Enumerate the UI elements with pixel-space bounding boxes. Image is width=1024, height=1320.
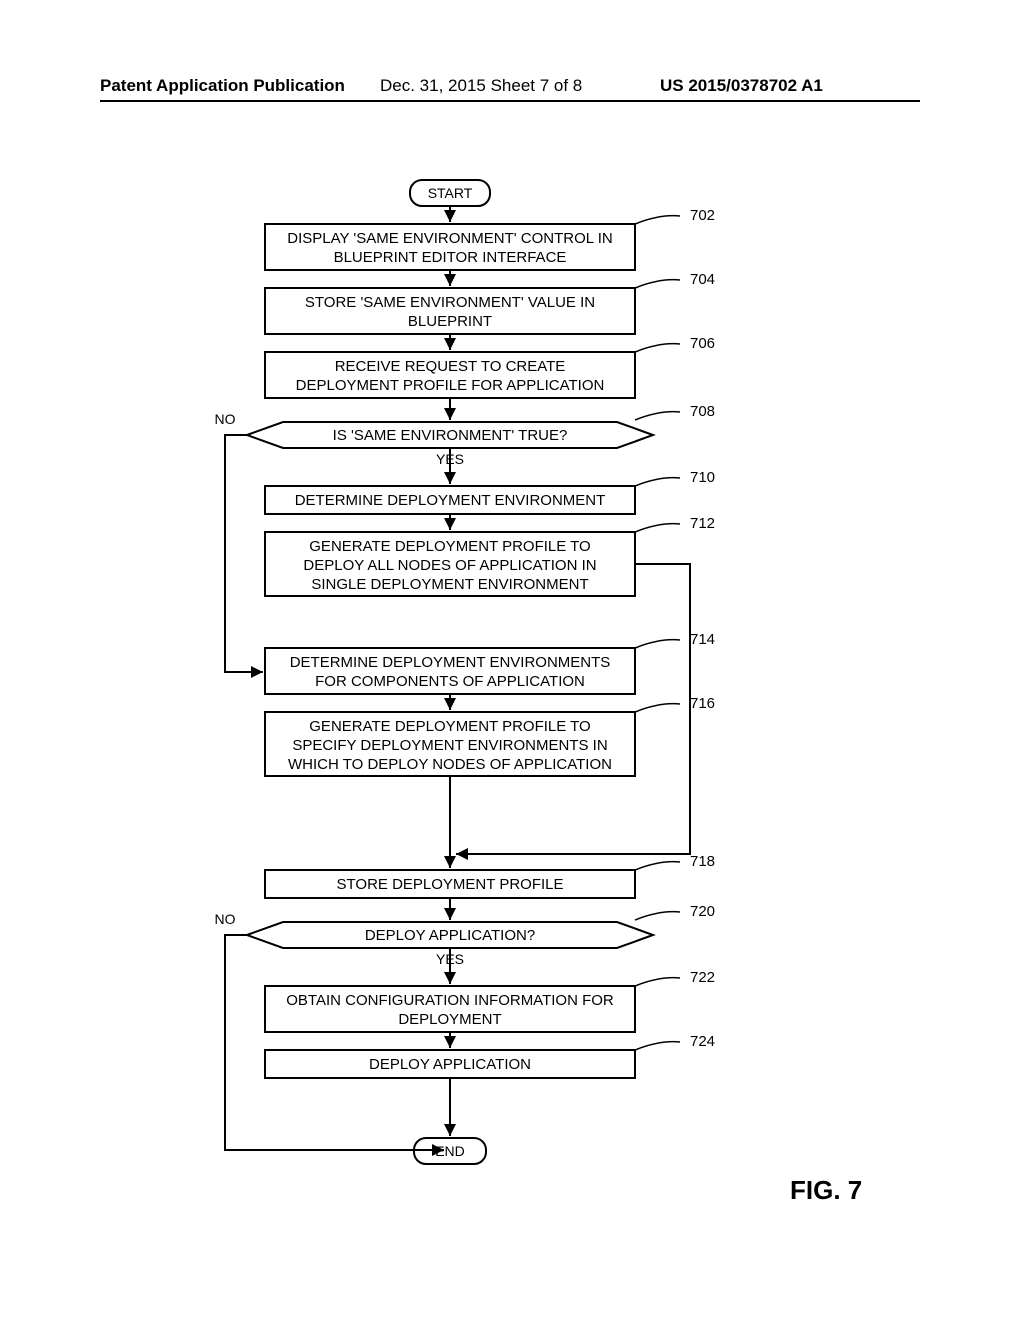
no-label-708: NO (215, 411, 236, 427)
step-714-line1: DETERMINE DEPLOYMENT ENVIRONMENTS (290, 654, 611, 671)
step-704-line1: STORE 'SAME ENVIRONMENT' VALUE IN (305, 294, 595, 311)
step-714: DETERMINE DEPLOYMENT ENVIRONMENTS FOR CO… (265, 631, 715, 694)
step-710-line1: DETERMINE DEPLOYMENT ENVIRONMENT (295, 492, 606, 509)
step-716-line2: SPECIFY DEPLOYMENT ENVIRONMENTS IN (292, 737, 607, 754)
step-706-line1: RECEIVE REQUEST TO CREATE (335, 358, 566, 375)
step-712-line3: SINGLE DEPLOYMENT ENVIRONMENT (311, 576, 588, 593)
step-712: GENERATE DEPLOYMENT PROFILE TO DEPLOY AL… (265, 515, 715, 596)
step-702: DISPLAY 'SAME ENVIRONMENT' CONTROL IN BL… (265, 207, 715, 270)
step-722: OBTAIN CONFIGURATION INFORMATION FOR DEP… (265, 969, 715, 1032)
step-716: GENERATE DEPLOYMENT PROFILE TO SPECIFY D… (265, 695, 715, 776)
step-724: DEPLOY APPLICATION 724 (265, 1033, 715, 1078)
step-712-line1: GENERATE DEPLOYMENT PROFILE TO (309, 538, 590, 555)
leader-710 (635, 478, 680, 486)
start-terminal: START (410, 180, 490, 206)
no-label-720: NO (215, 911, 236, 927)
step-702-line2: BLUEPRINT EDITOR INTERFACE (334, 249, 567, 266)
step-718: STORE DEPLOYMENT PROFILE 718 (265, 853, 715, 898)
leader-714 (635, 640, 680, 648)
ref-716: 716 (690, 695, 715, 712)
step-702-line1: DISPLAY 'SAME ENVIRONMENT' CONTROL IN (287, 230, 613, 247)
step-706-line2: DEPLOYMENT PROFILE FOR APPLICATION (296, 377, 605, 394)
decision-708-text: IS 'SAME ENVIRONMENT' TRUE? (333, 427, 568, 444)
leader-712 (635, 524, 680, 532)
flowchart: START DISPLAY 'SAME ENVIRONMENT' CONTROL… (0, 0, 1024, 1320)
step-704-line2: BLUEPRINT (408, 313, 492, 330)
ref-704: 704 (690, 271, 715, 288)
leader-718 (635, 862, 680, 870)
ref-702: 702 (690, 207, 715, 224)
leader-704 (635, 280, 680, 288)
step-706: RECEIVE REQUEST TO CREATE DEPLOYMENT PRO… (265, 335, 715, 398)
step-724-line1: DEPLOY APPLICATION (369, 1056, 531, 1073)
ref-720: 720 (690, 903, 715, 920)
no-path-708 (225, 435, 263, 672)
leader-706 (635, 344, 680, 352)
ref-724: 724 (690, 1033, 715, 1050)
leader-702 (635, 216, 680, 224)
ref-722: 722 (690, 969, 715, 986)
leader-708 (635, 412, 680, 420)
bypass-712-to-718 (456, 564, 690, 854)
decision-720: DEPLOY APPLICATION? 720 (247, 903, 715, 948)
ref-718: 718 (690, 853, 715, 870)
ref-708: 708 (690, 403, 715, 420)
end-text: END (435, 1143, 465, 1159)
start-text: START (428, 185, 473, 201)
decision-720-text: DEPLOY APPLICATION? (365, 927, 535, 944)
leader-724 (635, 1042, 680, 1050)
step-710: DETERMINE DEPLOYMENT ENVIRONMENT 710 (265, 469, 715, 514)
step-716-line1: GENERATE DEPLOYMENT PROFILE TO (309, 718, 590, 735)
step-718-line1: STORE DEPLOYMENT PROFILE (337, 876, 564, 893)
step-714-line2: FOR COMPONENTS OF APPLICATION (315, 673, 585, 690)
figure-caption: FIG. 7 (790, 1175, 862, 1206)
no-path-720 (225, 935, 444, 1150)
step-712-line2: DEPLOY ALL NODES OF APPLICATION IN (303, 557, 596, 574)
page: Patent Application Publication Dec. 31, … (0, 0, 1024, 1320)
ref-714: 714 (690, 631, 715, 648)
leader-722 (635, 978, 680, 986)
leader-720 (635, 912, 680, 920)
step-704: STORE 'SAME ENVIRONMENT' VALUE IN BLUEPR… (265, 271, 715, 334)
ref-706: 706 (690, 335, 715, 352)
step-722-line2: DEPLOYMENT (398, 1011, 501, 1028)
ref-712: 712 (690, 515, 715, 532)
ref-710: 710 (690, 469, 715, 486)
decision-708: IS 'SAME ENVIRONMENT' TRUE? 708 (247, 403, 715, 448)
leader-716 (635, 704, 680, 712)
step-716-line3: WHICH TO DEPLOY NODES OF APPLICATION (288, 756, 612, 773)
step-722-line1: OBTAIN CONFIGURATION INFORMATION FOR (286, 992, 614, 1009)
